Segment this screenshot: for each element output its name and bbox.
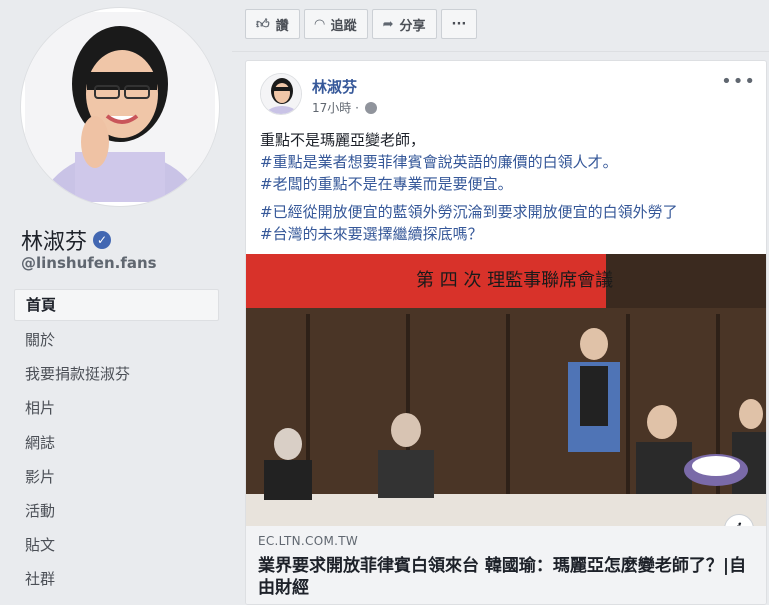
globe-icon — [364, 101, 377, 114]
like-label: 讚 — [275, 18, 289, 34]
nav-item-about[interactable]: 關於 — [14, 323, 219, 357]
page-action-bar: 👍︎ 讚 ◠ 追蹤 ➦ 分享 ··· — [245, 9, 478, 39]
nav-item-home[interactable]: 首頁 — [14, 289, 219, 321]
post-hashtag-line[interactable]: #台灣的未來要選擇繼續探底嗎？ — [260, 223, 760, 245]
rss-icon: ◠ — [314, 16, 325, 32]
post-hashtag-line[interactable]: #重點是業者想要菲律賓會說英語的廉價的白領人才。 — [260, 151, 760, 173]
link-title[interactable]: 業界要求開放菲律賓白領來台 韓國瑜：瑪麗亞怎麼變老師了？|自由財經 — [258, 555, 754, 599]
nav-item-photos[interactable]: 相片 — [14, 391, 219, 425]
nav-item-notes[interactable]: 網誌 — [14, 426, 219, 460]
banner-text: 第 四 次 理監事聯席會議 — [416, 270, 613, 291]
link-preview-image[interactable]: 第 四 次 理監事聯席會議 — [246, 254, 766, 526]
post-author-avatar[interactable] — [260, 73, 302, 115]
thumbs-up-icon: 👍︎ — [256, 16, 270, 32]
press-conference-photo: 第 四 次 理監事聯席會議 — [246, 254, 766, 526]
page-handle[interactable]: @linshufen.fans — [21, 254, 157, 272]
profile-portrait-icon — [25, 12, 215, 202]
share-arrow-icon: ➦ — [382, 16, 394, 32]
follow-button[interactable]: ◠ 追蹤 — [303, 9, 368, 39]
nav-item-events[interactable]: 活動 — [14, 494, 219, 528]
post-author-name[interactable]: 林淑芬 — [312, 76, 357, 97]
link-preview-meta[interactable]: EC.LTN.COM.TW 業界要求開放菲律賓白領來台 韓國瑜：瑪麗亞怎麼變老師… — [246, 526, 766, 604]
follow-label: 追蹤 — [330, 18, 357, 34]
profile-picture[interactable] — [21, 8, 219, 206]
nav-item-posts[interactable]: 貼文 — [14, 528, 219, 562]
post-timestamp[interactable]: 17小時 · — [312, 99, 377, 116]
post-line: 重點不是瑪麗亞變老師， — [260, 131, 426, 149]
post-message: 重點不是瑪麗亞變老師， #重點是業者想要菲律賓會說英語的廉價的白領人才。 #老闆… — [260, 129, 760, 245]
page-name-text: 林淑芬 — [21, 230, 88, 255]
share-label: 分享 — [399, 18, 426, 34]
post-options-icon[interactable]: ••• — [721, 71, 756, 92]
share-button[interactable]: ➦ 分享 — [371, 9, 437, 39]
page-nav: 首頁 關於 我要捐款挺淑芬 相片 網誌 影片 活動 貼文 社群 — [14, 289, 219, 597]
nav-item-community[interactable]: 社群 — [14, 562, 219, 596]
nav-item-donate[interactable]: 我要捐款挺淑芬 — [14, 357, 219, 391]
left-column: 林淑芬 ✓ @linshufen.fans 首頁 關於 我要捐款挺淑芬 相片 網… — [0, 0, 232, 605]
post-hashtag-line[interactable]: #老闆的重點不是在專業而是要便宜。 — [260, 173, 760, 195]
link-domain: EC.LTN.COM.TW — [258, 534, 359, 548]
nav-item-videos[interactable]: 影片 — [14, 460, 219, 494]
verified-badge-icon: ✓ — [93, 231, 112, 249]
post-card: 林淑芬 17小時 · ••• 重點不是瑪麗亞變老師， #重點是業者想要菲律賓會說… — [245, 60, 767, 605]
header-divider — [232, 51, 769, 52]
page-name[interactable]: 林淑芬 ✓ — [21, 224, 112, 256]
post-hashtag-line[interactable]: #已經從開放便宜的藍領外勞沉淪到要求開放便宜的白領外勞了 — [260, 201, 760, 223]
like-button[interactable]: 👍︎ 讚 — [245, 9, 300, 39]
more-button[interactable]: ··· — [440, 9, 478, 39]
post-time-text: 17小時 · — [312, 101, 359, 115]
author-avatar-icon — [261, 74, 301, 114]
more-dots-icon: ··· — [451, 16, 467, 32]
